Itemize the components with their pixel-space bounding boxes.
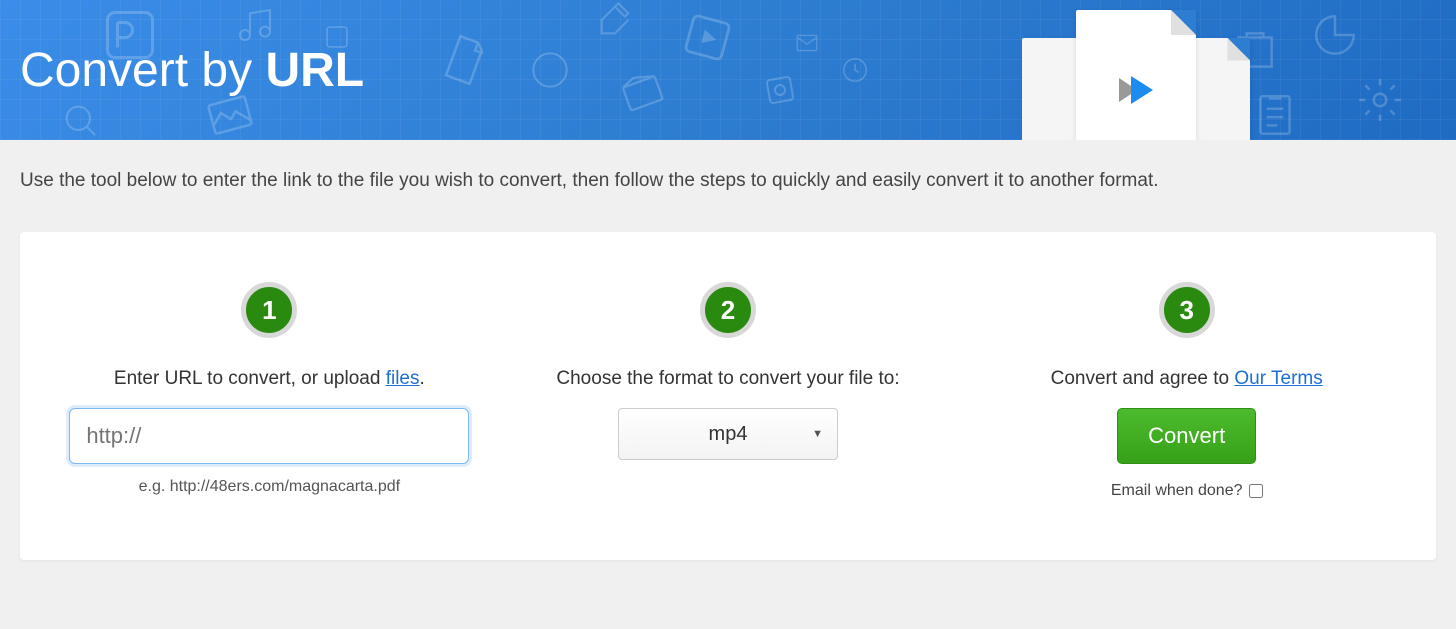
chevron-down-icon: ▼ bbox=[812, 428, 823, 440]
step-1-label-pre: Enter URL to convert, or upload bbox=[114, 368, 386, 389]
step-2-badge: 2 bbox=[700, 282, 756, 338]
step-1-badge: 1 bbox=[241, 282, 297, 338]
upload-files-link[interactable]: files bbox=[386, 368, 420, 389]
page-title-prefix: Convert by bbox=[20, 44, 265, 97]
url-input[interactable] bbox=[69, 408, 469, 464]
email-when-done-checkbox[interactable] bbox=[1249, 484, 1263, 498]
step-3-label-pre: Convert and agree to bbox=[1051, 368, 1235, 389]
step-2: 2 Choose the format to convert your file… bbox=[519, 282, 938, 500]
terms-link[interactable]: Our Terms bbox=[1234, 368, 1322, 389]
convert-button[interactable]: Convert bbox=[1117, 408, 1256, 464]
step-2-label: Choose the format to convert your file t… bbox=[556, 368, 899, 390]
email-when-done-row[interactable]: Email when done? bbox=[1111, 482, 1263, 500]
format-select[interactable]: mp4 ▼ bbox=[618, 408, 838, 460]
intro-text: Use the tool below to enter the link to … bbox=[0, 140, 1456, 212]
step-1: 1 Enter URL to convert, or upload files.… bbox=[60, 282, 479, 500]
converter-card: 1 Enter URL to convert, or upload files.… bbox=[20, 232, 1436, 560]
url-example: e.g. http://48ers.com/magnacarta.pdf bbox=[139, 478, 400, 496]
step-3: 3 Convert and agree to Our Terms Convert… bbox=[977, 282, 1396, 500]
format-selected-value: mp4 bbox=[709, 423, 748, 446]
step-1-label: Enter URL to convert, or upload files. bbox=[114, 368, 425, 390]
step-3-badge: 3 bbox=[1159, 282, 1215, 338]
hero-document-graphic bbox=[956, 10, 1316, 140]
step-1-label-post: . bbox=[419, 368, 424, 389]
page-title: Convert by URL bbox=[20, 43, 364, 98]
play-forward-icon bbox=[1119, 76, 1153, 104]
page-title-bold: URL bbox=[265, 44, 364, 97]
email-when-done-label: Email when done? bbox=[1111, 482, 1243, 500]
step-3-label: Convert and agree to Our Terms bbox=[1051, 368, 1323, 390]
hero-banner: Convert by URL bbox=[0, 0, 1456, 140]
